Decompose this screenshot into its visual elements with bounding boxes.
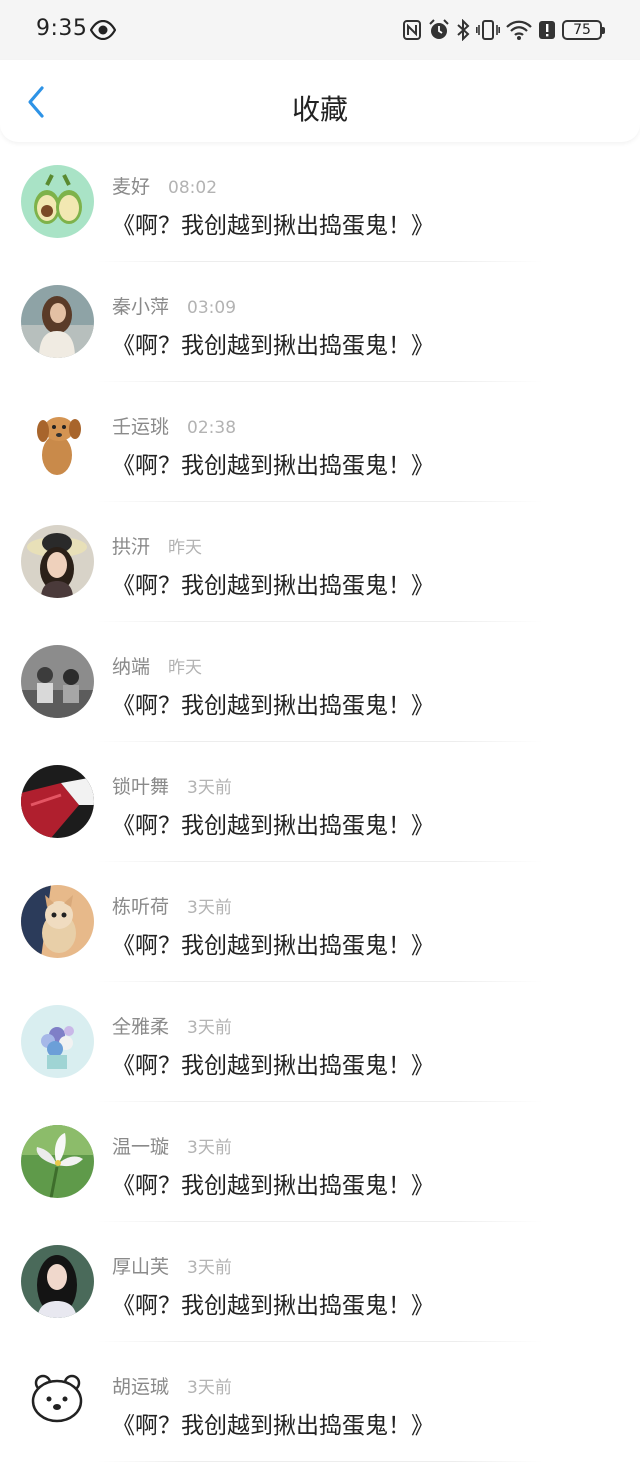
item-time: 3天前 bbox=[187, 1018, 232, 1038]
item-time: 3天前 bbox=[187, 898, 232, 918]
alarm-icon bbox=[428, 19, 450, 41]
status-time: 9:35 bbox=[36, 16, 88, 41]
red-fabric-avatar bbox=[21, 765, 94, 838]
item-content: 《啊？我创越到揪出捣蛋鬼！》 bbox=[112, 1173, 434, 1199]
bluetooth-icon bbox=[456, 19, 470, 41]
woman-avatar bbox=[21, 285, 94, 358]
item-time: 3天前 bbox=[187, 778, 232, 798]
item-time: 02:38 bbox=[187, 418, 237, 438]
couple-avatar bbox=[21, 645, 94, 718]
item-content: 《啊？我创越到揪出捣蛋鬼！》 bbox=[112, 1413, 434, 1439]
header: 收藏 bbox=[0, 60, 640, 142]
list-item[interactable]: 温一璇 3天前 《啊？我创越到揪出捣蛋鬼！》 bbox=[0, 1102, 640, 1222]
list-item[interactable]: 秦小萍 03:09 《啊？我创越到揪出捣蛋鬼！》 bbox=[0, 262, 640, 382]
item-content: 《啊？我创越到揪出捣蛋鬼！》 bbox=[112, 1293, 434, 1319]
item-time: 昨天 bbox=[168, 658, 203, 678]
item-content: 《啊？我创越到揪出捣蛋鬼！》 bbox=[112, 213, 434, 239]
eye-icon bbox=[89, 19, 117, 41]
battery-icon: 75 bbox=[562, 20, 605, 40]
favorites-list: 麦好 08:02 《啊？我创越到揪出捣蛋鬼！》 秦小萍 03:09 《啊？我创越… bbox=[0, 142, 640, 1462]
list-item[interactable]: 全雅柔 3天前 《啊？我创越到揪出捣蛋鬼！》 bbox=[0, 982, 640, 1102]
item-name: 栋听荷 bbox=[112, 896, 170, 918]
item-time: 3天前 bbox=[187, 1138, 232, 1158]
list-item[interactable]: 拱汧 昨天 《啊？我创越到揪出捣蛋鬼！》 bbox=[0, 502, 640, 622]
flowers-avatar bbox=[21, 1005, 94, 1078]
nfc-icon bbox=[402, 19, 422, 41]
item-name: 全雅柔 bbox=[112, 1016, 170, 1038]
item-content: 《啊？我创越到揪出捣蛋鬼！》 bbox=[112, 813, 434, 839]
list-item[interactable]: 胡运珹 3天前 《啊？我创越到揪出捣蛋鬼！》 bbox=[0, 1342, 640, 1462]
item-time: 昨天 bbox=[168, 538, 203, 558]
item-content: 《啊？我创越到揪出捣蛋鬼！》 bbox=[112, 573, 434, 599]
item-name: 锁叶舞 bbox=[112, 776, 170, 798]
wifi-icon bbox=[506, 19, 532, 41]
avocado-avatar bbox=[21, 165, 94, 238]
list-item[interactable]: 厚山芙 3天前 《啊？我创越到揪出捣蛋鬼！》 bbox=[0, 1222, 640, 1342]
item-name: 厚山芙 bbox=[112, 1256, 170, 1278]
puppy-avatar bbox=[21, 405, 94, 478]
item-name: 温一璇 bbox=[112, 1136, 170, 1158]
item-time: 08:02 bbox=[168, 178, 218, 198]
item-time: 3天前 bbox=[187, 1258, 232, 1278]
dark-hair-avatar bbox=[21, 1245, 94, 1318]
item-name: 麦好 bbox=[112, 176, 151, 198]
list-item[interactable]: 栋听荷 3天前 《啊？我创越到揪出捣蛋鬼！》 bbox=[0, 862, 640, 982]
item-name: 壬运珧 bbox=[112, 416, 170, 438]
status-bar: 9:35 75 bbox=[0, 0, 640, 60]
item-name: 拱汧 bbox=[112, 536, 151, 558]
page-title: 收藏 bbox=[291, 93, 348, 126]
status-icons: 75 bbox=[402, 16, 605, 44]
kitten-avatar bbox=[21, 885, 94, 958]
item-content: 《啊？我创越到揪出捣蛋鬼！》 bbox=[112, 693, 434, 719]
girl-hat-avatar bbox=[21, 525, 94, 598]
item-name: 秦小萍 bbox=[112, 296, 170, 318]
item-content: 《啊？我创越到揪出捣蛋鬼！》 bbox=[112, 1053, 434, 1079]
list-item[interactable]: 麦好 08:02 《啊？我创越到揪出捣蛋鬼！》 bbox=[0, 142, 640, 262]
item-name: 胡运珹 bbox=[112, 1376, 170, 1398]
list-item[interactable]: 锁叶舞 3天前 《啊？我创越到揪出捣蛋鬼！》 bbox=[0, 742, 640, 862]
item-time: 03:09 bbox=[187, 298, 237, 318]
white-flower-avatar bbox=[21, 1125, 94, 1198]
list-item[interactable]: 纳端 昨天 《啊？我创越到揪出捣蛋鬼！》 bbox=[0, 622, 640, 742]
item-time: 3天前 bbox=[187, 1378, 232, 1398]
item-content: 《啊？我创越到揪出捣蛋鬼！》 bbox=[112, 333, 434, 359]
item-content: 《啊？我创越到揪出捣蛋鬼！》 bbox=[112, 933, 434, 959]
bear-avatar bbox=[21, 1365, 94, 1438]
vibrate-icon bbox=[476, 19, 500, 41]
item-content: 《啊？我创越到揪出捣蛋鬼！》 bbox=[112, 453, 434, 479]
item-name: 纳端 bbox=[112, 656, 151, 678]
alert-icon bbox=[538, 19, 556, 41]
list-item[interactable]: 壬运珧 02:38 《啊？我创越到揪出捣蛋鬼！》 bbox=[0, 382, 640, 502]
